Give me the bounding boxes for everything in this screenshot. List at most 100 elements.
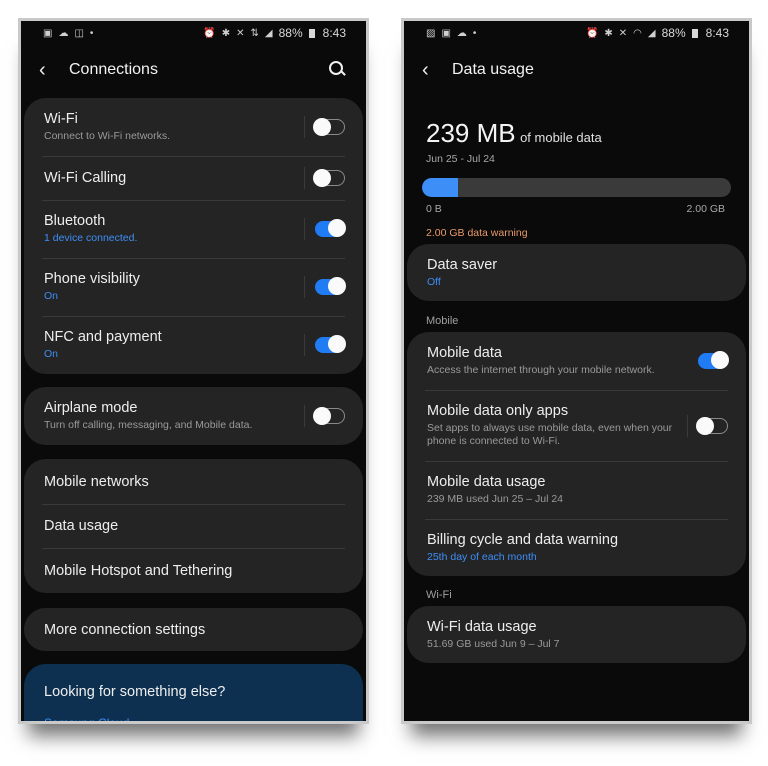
mobile-data-row[interactable]: Mobile data Access the internet through y… (407, 332, 746, 390)
row-text: Mobile data Access the internet through y… (427, 345, 698, 377)
mobile-data-usage-subtitle: 239 MB used Jun 25 – Jul 24 (427, 493, 564, 505)
wi-fi-toggle[interactable] (313, 118, 345, 136)
billing-cycle-and-data-warning-subtitle: 25th day of each month (427, 550, 537, 563)
phone-visibility-title: Phone visibility (44, 271, 140, 287)
cloud-icon: ☁ (58, 27, 69, 39)
tablet-icon: ▣ (441, 27, 451, 39)
bluetooth-toggle[interactable] (315, 219, 346, 237)
usage-progress-fill (422, 178, 459, 197)
wifi-data-usage-row[interactable]: Wi-Fi data usage 51.69 GB used Jun 9 – J… (407, 606, 746, 663)
toggle-knob (313, 169, 331, 187)
mobile-data-toggle[interactable] (698, 351, 729, 369)
hotspot-row[interactable]: Mobile Hotspot and Tethering (24, 548, 363, 593)
phone-visibility-row[interactable]: Phone visibility On (24, 258, 363, 316)
bar-max-label: 2.00 GB (686, 203, 725, 215)
toggle-knob (328, 277, 346, 295)
row-text: Mobile data usage 239 MB used Jun 25 – Ju… (427, 474, 728, 506)
usage-suffix: of mobile data (520, 130, 602, 145)
billing-cycle-and-data-warning-title: Billing cycle and data warning (427, 531, 619, 548)
more-connection-settings-row[interactable]: More connection settings (24, 608, 363, 651)
back-icon[interactable]: ‹ (39, 59, 65, 82)
mobile-data-usage-row[interactable]: Mobile data usage 239 MB used Jun 25 – Ju… (407, 461, 746, 519)
clock: 8:43 (705, 26, 729, 40)
usage-bar-labels: 0 B 2.00 GB (426, 203, 725, 215)
airplane-group: Airplane mode Turn off calling, messagin… (24, 387, 363, 445)
divider (304, 276, 305, 298)
alarm-icon: ⏰ (585, 27, 599, 39)
network-group: Mobile networks Data usage Mobile Hotspo… (24, 459, 363, 593)
airplane-mode-toggle[interactable] (313, 407, 345, 425)
wi-fi-calling-row[interactable]: Wi-Fi Calling (24, 156, 363, 200)
mobile-data-only-apps-title: Mobile data only apps (427, 403, 569, 419)
data-usage-label: Data usage (44, 518, 119, 534)
billing-cycle-and-data-warning-row[interactable]: Billing cycle and data warning 25th day o… (407, 519, 746, 576)
page-title: Data usage (452, 61, 534, 78)
data-saver-group: Data saver Off (407, 244, 746, 301)
row-text: Phone visibility On (44, 271, 304, 303)
nfc-and-payment-subtitle: On (44, 348, 59, 360)
nfc-and-payment-toggle[interactable] (315, 335, 346, 353)
status-bar: ▣ ☁ ◫ • ⏰ ✱ ✕ ⇅ ◢ 88% 8:43 (21, 21, 366, 45)
mobile-data-only-apps-subtitle: Set apps to always use mobile data, even… (427, 422, 673, 447)
wifi-data-usage-title: Wi-Fi data usage (427, 618, 537, 635)
usage-period: Jun 25 - Jul 24 (426, 153, 495, 165)
bluetooth-row[interactable]: Bluetooth 1 device connected. (24, 200, 363, 258)
airplane-mode-title: Airplane mode (44, 400, 138, 416)
row-text: Bluetooth 1 device connected. (44, 213, 304, 245)
more-connection-settings-label: More connection settings (44, 621, 206, 638)
divider (304, 167, 305, 189)
image-icon: ▨ (426, 27, 436, 39)
lte-icon: ⇅ (250, 27, 259, 39)
signal-icon: ◢ (647, 27, 656, 39)
wifi-section-header: Wi-Fi (426, 589, 452, 601)
toggle-knob (328, 219, 346, 237)
data-usage-screen: ▨ ▣ ☁ • ⏰ ✱ ✕ ◠ ◢ 88% 8:43 ‹ Data usage … (401, 18, 752, 724)
wifi-group: Wi-Fi data usage 51.69 GB used Jun 9 – J… (407, 606, 746, 663)
app-bar: ‹ Connections (21, 55, 366, 85)
nfc-icon: ◫ (74, 27, 84, 39)
airplane-mode-row[interactable]: Airplane mode Turn off calling, messagin… (24, 387, 363, 445)
usage-progress-bar (422, 178, 731, 197)
wifi-icon: ◠ (633, 27, 642, 39)
data-saver-title: Data saver (427, 256, 498, 273)
data-usage-row[interactable]: Data usage (24, 504, 363, 548)
wi-fi-subtitle: Connect to Wi-Fi networks. (44, 130, 171, 142)
airplane-mode-subtitle: Turn off calling, messaging, and Mobile … (44, 419, 253, 431)
toggle-knob (696, 416, 714, 435)
nfc-and-payment-row[interactable]: NFC and payment On (24, 316, 363, 374)
phone-visibility-toggle[interactable] (315, 277, 346, 295)
row-text: Wi-Fi Connect to Wi-Fi networks. (44, 111, 304, 143)
page-title: Connections (69, 61, 158, 78)
bar-min-label: 0 B (426, 203, 442, 215)
suggestion-card: Looking for something else? Samsung Clou… (24, 664, 363, 721)
data-warning-label: 2.00 GB data warning (426, 227, 528, 239)
mobile-data-only-apps-row[interactable]: Mobile data only apps Set apps to always … (407, 390, 746, 461)
bluetooth-subtitle: 1 device connected. (44, 232, 138, 244)
toggle-knob (313, 118, 331, 136)
wi-fi-calling-toggle[interactable] (313, 169, 345, 187)
back-icon[interactable]: ‹ (422, 59, 448, 82)
phone-visibility-subtitle: On (44, 290, 59, 302)
row-text: Billing cycle and data warning 25th day o… (427, 532, 728, 564)
bluetooth-icon: ✱ (221, 27, 231, 39)
divider (304, 218, 305, 240)
hotspot-label: Mobile Hotspot and Tethering (44, 562, 233, 579)
mobile-group: Mobile data Access the internet through y… (407, 332, 746, 576)
divider (304, 334, 305, 356)
connections-group: Wi-Fi Connect to Wi-Fi networks. Wi-Fi Cal… (24, 98, 363, 374)
alarm-icon: ⏰ (203, 27, 216, 39)
samsung-cloud-link[interactable]: Samsung Cloud (44, 716, 343, 721)
connections-screen: ▣ ☁ ◫ • ⏰ ✱ ✕ ⇅ ◢ 88% 8:43 ‹ Connections… (18, 18, 369, 724)
toggle-knob (328, 335, 346, 353)
row-text: NFC and payment On (44, 329, 304, 361)
wi-fi-title: Wi-Fi (44, 111, 78, 127)
mobile-data-only-apps-toggle[interactable] (696, 416, 728, 435)
usage-amount: 239 MB (426, 118, 516, 148)
mobile-networks-row[interactable]: Mobile networks (24, 459, 363, 504)
data-saver-row[interactable]: Data saver Off (407, 244, 746, 301)
app-bar: ‹ Data usage (404, 55, 749, 85)
battery-icon (308, 28, 315, 38)
search-icon[interactable] (326, 59, 348, 81)
row-text: Mobile data only apps Set apps to always … (427, 403, 687, 448)
wi-fi-row[interactable]: Wi-Fi Connect to Wi-Fi networks. (24, 98, 363, 156)
